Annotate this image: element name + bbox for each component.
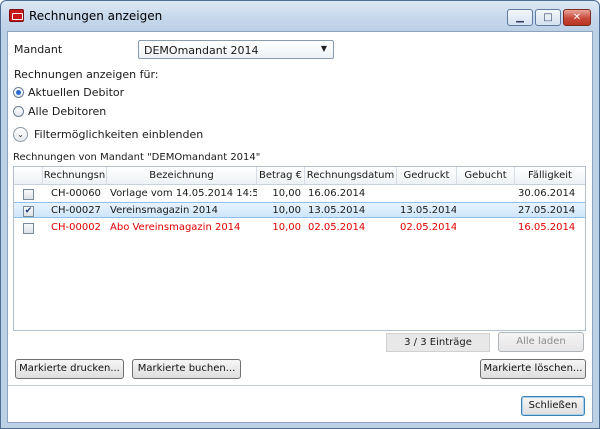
mandant-selected-value: DEMOmandant 2014: [144, 44, 259, 57]
column-header-booked[interactable]: Gebucht: [457, 167, 515, 185]
title-bar[interactable]: Rechnungen anzeigen ▁ □ ✕: [1, 1, 599, 31]
book-marked-button[interactable]: Markierte buchen...: [132, 359, 241, 379]
cell-amount: 10,00: [272, 222, 301, 233]
row-checkbox[interactable]: [23, 189, 34, 200]
cell-due-date: 27.05.2014: [518, 205, 576, 216]
expand-filter-icon[interactable]: ⌄: [13, 127, 28, 142]
mandant-label: Mandant: [14, 43, 63, 56]
app-logo-icon: [9, 9, 24, 22]
list-caption: Rechnungen von Mandant "DEMOmandant 2014…: [13, 152, 261, 163]
maximize-button[interactable]: □: [535, 9, 561, 26]
expand-filter-label[interactable]: Filtermöglichkeiten einblenden: [34, 128, 203, 141]
entry-count: 3 / 3 Einträge: [386, 333, 490, 352]
column-header-number[interactable]: Rechnungsn: [43, 167, 107, 185]
cell-description: Abo Vereinsmagazin 2014: [110, 222, 241, 233]
row-checkbox[interactable]: [23, 223, 34, 234]
cell-booked: [460, 220, 514, 236]
column-header-printed[interactable]: Gedruckt: [397, 167, 457, 185]
print-marked-button[interactable]: Markierte drucken...: [15, 359, 124, 379]
cell-description: Vorlage vom 14.05.2014 14:51: [110, 188, 257, 199]
cell-description: Vereinsmagazin 2014: [110, 205, 218, 216]
column-header-invoice-date[interactable]: Rechnungsdatum: [305, 167, 397, 185]
cell-due-date: 16.05.2014: [518, 222, 576, 233]
cell-invoice-date: 13.05.2014: [308, 205, 366, 216]
window-content: Mandant DEMOmandant 2014 ▼ Rechnungen an…: [7, 31, 593, 423]
row-checkbox-checked[interactable]: ✔: [23, 206, 34, 217]
table-row[interactable]: CH-00060 Vorlage vom 14.05.2014 14:51 10…: [14, 186, 585, 202]
invoice-table: Rechnungsn Bezeichnung Betrag € Rechnung…: [13, 166, 586, 331]
filter-label: Rechnungen anzeigen für:: [14, 68, 159, 81]
column-header-description[interactable]: Bezeichnung: [107, 167, 257, 185]
radio-current-debitor[interactable]: [13, 87, 24, 98]
table-row[interactable]: CH-00002 Abo Vereinsmagazin 2014 10,00 0…: [14, 220, 585, 236]
cell-number: CH-00060: [51, 188, 101, 199]
close-button[interactable]: Schließen: [521, 396, 585, 416]
window-title: Rechnungen anzeigen: [29, 9, 163, 23]
invoice-window: Rechnungen anzeigen ▁ □ ✕ Mandant DEMOma…: [0, 0, 600, 429]
table-header: Rechnungsn Bezeichnung Betrag € Rechnung…: [14, 167, 585, 185]
cell-printed: 13.05.2014: [400, 205, 456, 216]
cell-number: CH-00002: [51, 222, 101, 233]
column-header-select: [14, 167, 43, 185]
cell-amount: 10,00: [272, 188, 301, 199]
cell-number: CH-00027: [51, 205, 101, 216]
radio-all-debitors[interactable]: [13, 106, 24, 117]
cell-invoice-date: 02.05.2014: [308, 222, 366, 233]
close-window-button[interactable]: ✕: [563, 9, 591, 26]
chevron-down-icon: ▼: [320, 44, 327, 53]
mandant-select[interactable]: DEMOmandant 2014 ▼: [138, 40, 334, 59]
cell-printed: [400, 186, 456, 202]
cell-booked: [460, 203, 514, 219]
load-all-button[interactable]: Alle laden: [498, 332, 584, 352]
radio-current-debitor-label[interactable]: Aktuellen Debitor: [28, 86, 124, 99]
cell-booked: [460, 186, 514, 202]
radio-all-debitors-label[interactable]: Alle Debitoren: [28, 105, 106, 118]
column-header-due-date[interactable]: Fälligkeit: [515, 167, 585, 185]
footer-separator: [8, 385, 592, 386]
delete-marked-button[interactable]: Markierte löschen...: [480, 359, 586, 379]
column-header-amount[interactable]: Betrag €: [257, 167, 305, 185]
cell-invoice-date: 16.06.2014: [308, 188, 366, 199]
minimize-button[interactable]: ▁: [507, 9, 533, 26]
cell-amount: 10,00: [272, 205, 301, 216]
cell-printed: 02.05.2014: [400, 222, 456, 233]
cell-due-date: 30.06.2014: [518, 188, 576, 199]
table-row[interactable]: ✔ CH-00027 Vereinsmagazin 2014 10,00 13.…: [14, 202, 585, 218]
